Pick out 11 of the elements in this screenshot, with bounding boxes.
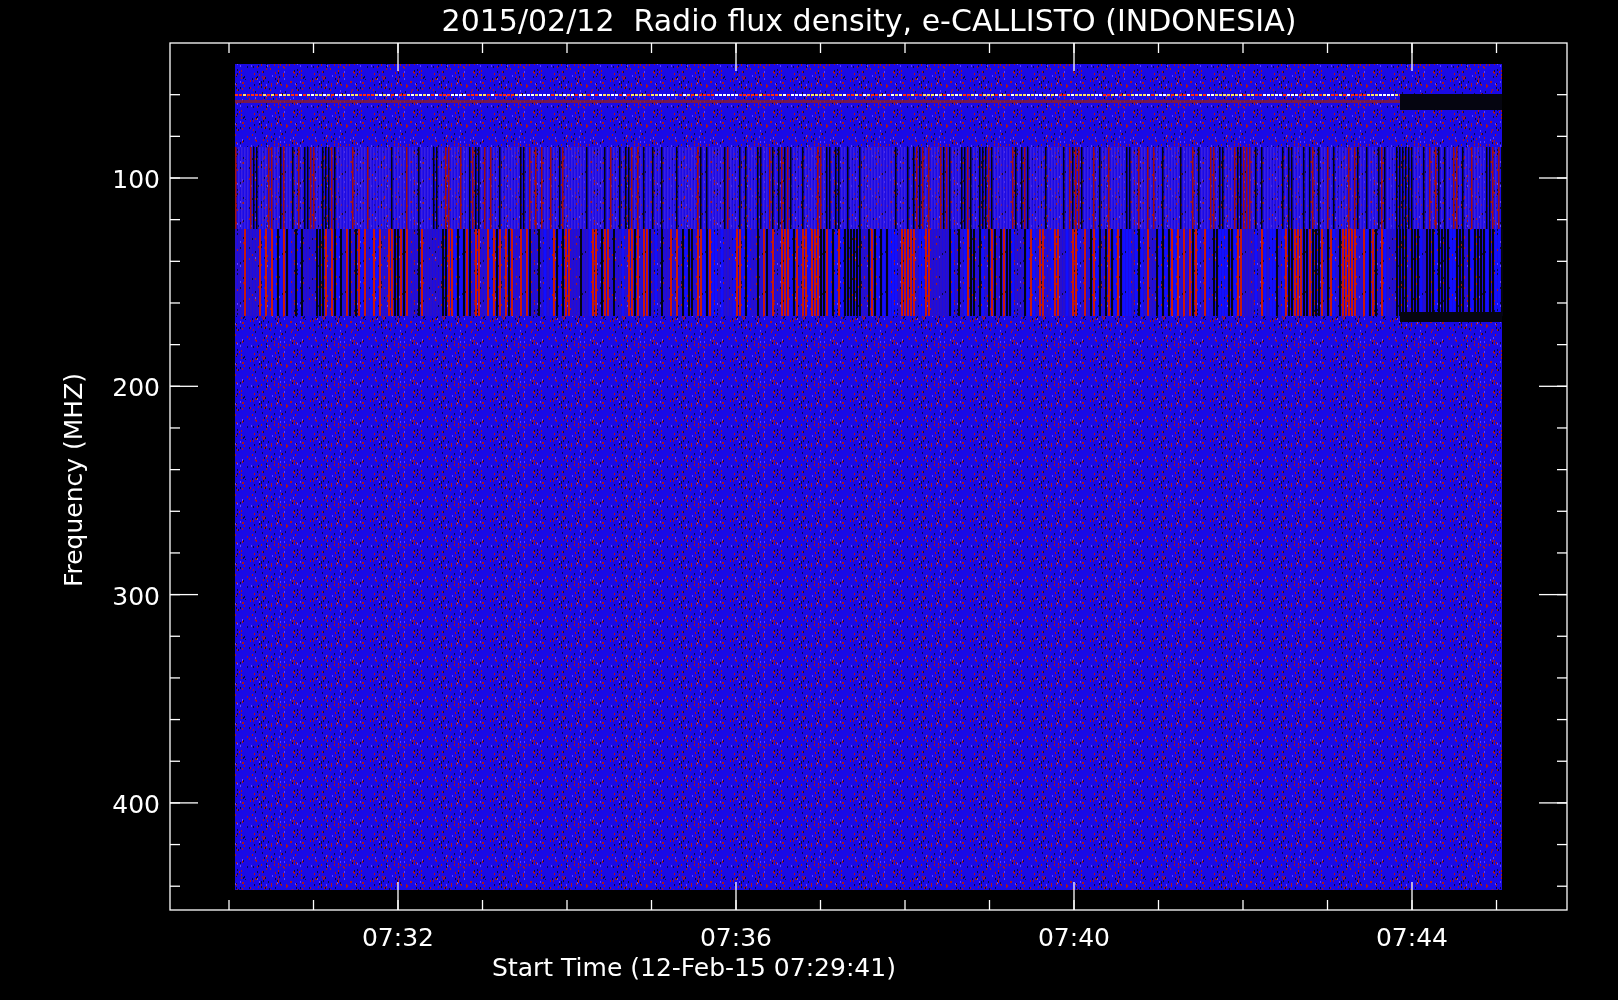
tick-label: 07:32 bbox=[362, 923, 434, 952]
axis-title: Start Time (12-Feb-15 07:29:41) bbox=[492, 953, 896, 982]
chart-title: 2015/02/12 Radio flux density, e-CALLISTO (INDONESIA) bbox=[441, 3, 1297, 38]
axis-title: Frequency (MHZ) bbox=[59, 372, 88, 588]
tick-label: 300 bbox=[112, 581, 160, 611]
tick-label: 200 bbox=[112, 373, 160, 403]
tick-label: 07:36 bbox=[700, 923, 772, 952]
tick-label: 100 bbox=[112, 165, 160, 194]
tick-label: 400 bbox=[112, 789, 160, 819]
tick-label: 07:44 bbox=[1376, 923, 1448, 952]
tick-label: 07:40 bbox=[1038, 923, 1110, 952]
